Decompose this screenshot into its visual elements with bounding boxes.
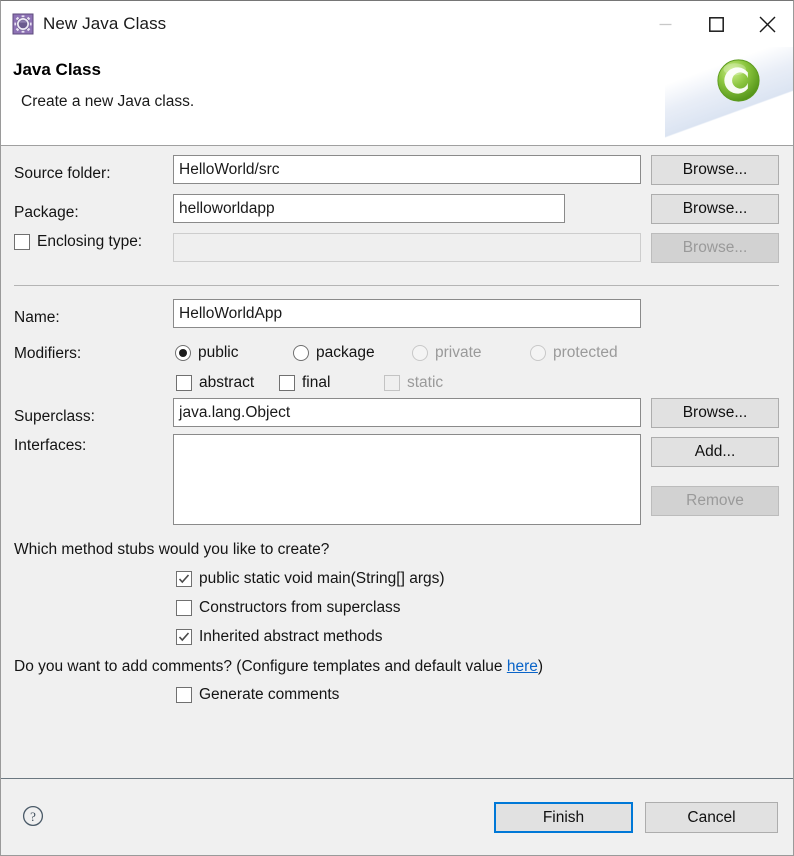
dialog-footer: ? Finish Cancel [1,778,793,855]
interfaces-remove-button: Remove [651,486,779,516]
wizard-header: Java Class Create a new Java class. [1,47,793,146]
modifier-label-private: private [435,344,482,361]
checkmark-icon [178,574,190,584]
new-java-class-dialog: New Java Class Java Class Create a new J… [0,0,794,856]
generate-comments-label: Generate comments [199,686,340,703]
modifier-label-public: public [198,344,239,361]
final-checkbox[interactable] [279,375,295,391]
comments-question-prefix: Do you want to add comments? (Configure … [14,658,507,675]
finish-button[interactable]: Finish [494,802,633,833]
stub-check-inherited[interactable]: Inherited abstract methods [176,628,383,646]
modifier-radio-private: private [412,344,482,362]
generate-comments-checkbox[interactable] [176,687,192,703]
protected-radio [530,345,546,361]
java-class-wizard-icon [12,13,34,35]
title-bar: New Java Class [1,1,793,47]
checkmark-icon [178,632,190,642]
minimize-icon [659,23,672,25]
dialog-body: Source folder: HelloWorld/src Browse... … [1,146,793,778]
source-folder-label: Source folder: [14,165,111,182]
svg-text:?: ? [30,809,36,824]
public-radio[interactable] [175,345,191,361]
interfaces-add-button[interactable]: Add... [651,437,779,467]
enclosing-type-checkbox[interactable] [14,234,30,250]
method-stubs-question: Which method stubs would you like to cre… [14,541,330,558]
help-icon[interactable]: ? [22,805,44,827]
modifier-check-final[interactable]: final [279,374,330,392]
source-folder-input[interactable]: HelloWorld/src [173,155,641,184]
maximize-button[interactable] [691,1,742,47]
enclosing-type-row[interactable]: Enclosing type: [14,233,142,251]
modifier-label-static: static [407,374,444,391]
package-input[interactable]: helloworldapp [173,194,565,223]
modifier-label-abstract: abstract [199,374,255,391]
modifier-label-package: package [316,344,375,361]
section-divider-1 [14,285,779,286]
package-label: Package: [14,204,79,221]
source-folder-browse-button[interactable]: Browse... [651,155,779,185]
modifier-check-abstract[interactable]: abstract [176,374,254,392]
page-description: Create a new Java class. [21,93,195,110]
modifier-check-static: static [384,374,443,392]
interfaces-list[interactable] [173,434,641,525]
minimize-button[interactable] [640,1,691,47]
modifier-label-final: final [302,374,331,391]
stub-label-constructors: Constructors from superclass [199,599,401,616]
class-name-input[interactable]: HelloWorldApp [173,299,641,328]
superclass-browse-button[interactable]: Browse... [651,398,779,428]
enclosing-type-browse-button: Browse... [651,233,779,263]
static-checkbox [384,375,400,391]
generate-comments-row[interactable]: Generate comments [176,686,339,704]
cancel-button[interactable]: Cancel [645,802,778,833]
stub-check-main[interactable]: public static void main(String[] args) [176,570,445,588]
private-radio [412,345,428,361]
modifier-label-protected: protected [553,344,618,361]
stub-check-constructors[interactable]: Constructors from superclass [176,599,401,617]
window-controls [640,1,793,47]
page-title: Java Class [13,60,101,79]
comments-question: Do you want to add comments? (Configure … [14,658,543,676]
interfaces-label: Interfaces: [14,437,87,454]
close-icon [759,16,776,32]
package-radio[interactable] [293,345,309,361]
name-label: Name: [14,309,60,326]
eclipse-c-logo [717,59,760,102]
enclosing-type-input [173,233,641,262]
modifier-radio-public[interactable]: public [175,344,239,362]
stub-label-main: public static void main(String[] args) [199,570,445,587]
package-browse-button[interactable]: Browse... [651,194,779,224]
enclosing-type-label: Enclosing type: [37,233,143,250]
superclass-label: Superclass: [14,408,95,425]
modifier-radio-protected: protected [530,344,618,362]
configure-templates-link[interactable]: here [507,658,538,675]
constructors-checkbox[interactable] [176,600,192,616]
modifier-radio-package[interactable]: package [293,344,375,362]
superclass-input[interactable]: java.lang.Object [173,398,641,427]
modifiers-label: Modifiers: [14,345,82,362]
window-title: New Java Class [43,14,167,33]
comments-question-suffix: ) [537,658,544,675]
main-method-checkbox[interactable] [176,571,192,587]
abstract-checkbox[interactable] [176,375,192,391]
maximize-icon [709,16,724,32]
inherited-abstract-checkbox[interactable] [176,629,192,645]
close-button[interactable] [742,1,793,47]
stub-label-inherited: Inherited abstract methods [199,628,383,645]
